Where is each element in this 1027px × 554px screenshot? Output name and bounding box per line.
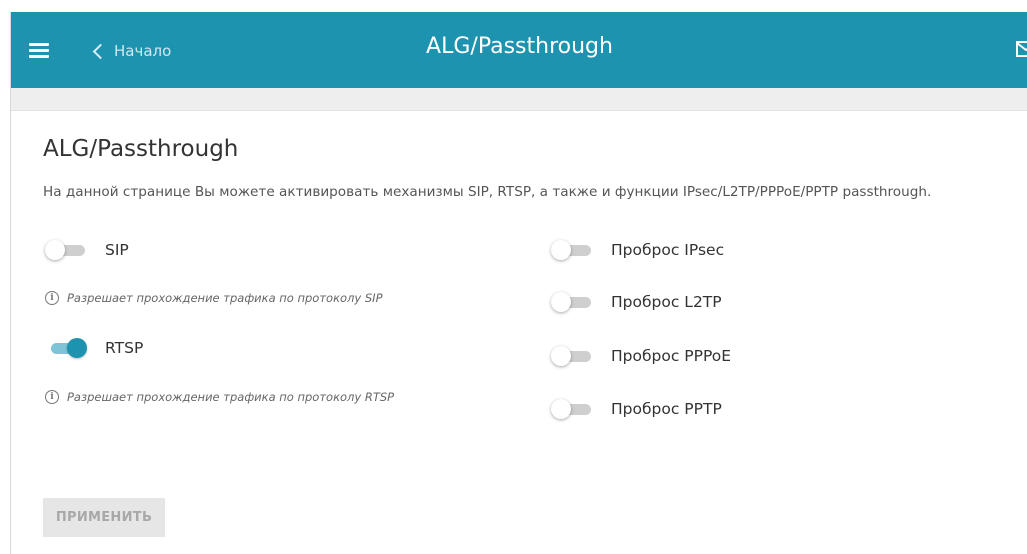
apply-button[interactable]: ПРИМЕНИТЬ [43, 498, 165, 537]
header-bar: Начало ALG/Passthrough [11, 12, 1027, 88]
rtsp-toggle[interactable] [45, 336, 89, 360]
sip-toggle-row[interactable]: SIP [45, 238, 129, 262]
header-title: ALG/Passthrough [426, 34, 613, 59]
l2tp-label: Проброс L2TP [611, 293, 722, 311]
info-icon: i [45, 390, 59, 404]
rtsp-label: RTSP [105, 339, 144, 357]
app-window: Начало ALG/Passthrough ALG/Passthrough Н… [10, 12, 1027, 554]
l2tp-toggle[interactable] [551, 290, 595, 314]
pptp-toggle-row[interactable]: Проброс PPTP [551, 397, 722, 421]
sip-toggle[interactable] [45, 238, 89, 262]
page-title: ALG/Passthrough [43, 136, 239, 162]
ipsec-label: Проброс IPsec [611, 241, 725, 259]
rtsp-hint: i Разрешает прохождение трафика по прото… [45, 390, 394, 404]
pppoe-toggle-row[interactable]: Проброс PPPoE [551, 344, 731, 368]
sip-label: SIP [105, 241, 129, 259]
pptp-toggle[interactable] [551, 397, 595, 421]
page-description: На данной странице Вы можете активироват… [43, 184, 932, 200]
ipsec-toggle[interactable] [551, 238, 595, 262]
ipsec-toggle-row[interactable]: Проброс IPsec [551, 238, 724, 262]
l2tp-toggle-row[interactable]: Проброс L2TP [551, 290, 722, 314]
sip-hint-text: Разрешает прохождение трафика по протоко… [67, 291, 383, 305]
rtsp-hint-text: Разрешает прохождение трафика по протоко… [67, 390, 395, 404]
pppoe-label: Проброс PPPoE [611, 347, 732, 365]
mail-icon[interactable] [1016, 40, 1027, 58]
sip-hint: i Разрешает прохождение трафика по прото… [45, 291, 383, 305]
rtsp-toggle-row[interactable]: RTSP [45, 336, 143, 360]
pppoe-toggle[interactable] [551, 344, 595, 368]
info-icon: i [45, 291, 59, 305]
header-divider [11, 88, 1027, 111]
pptp-label: Проброс PPTP [611, 400, 722, 418]
